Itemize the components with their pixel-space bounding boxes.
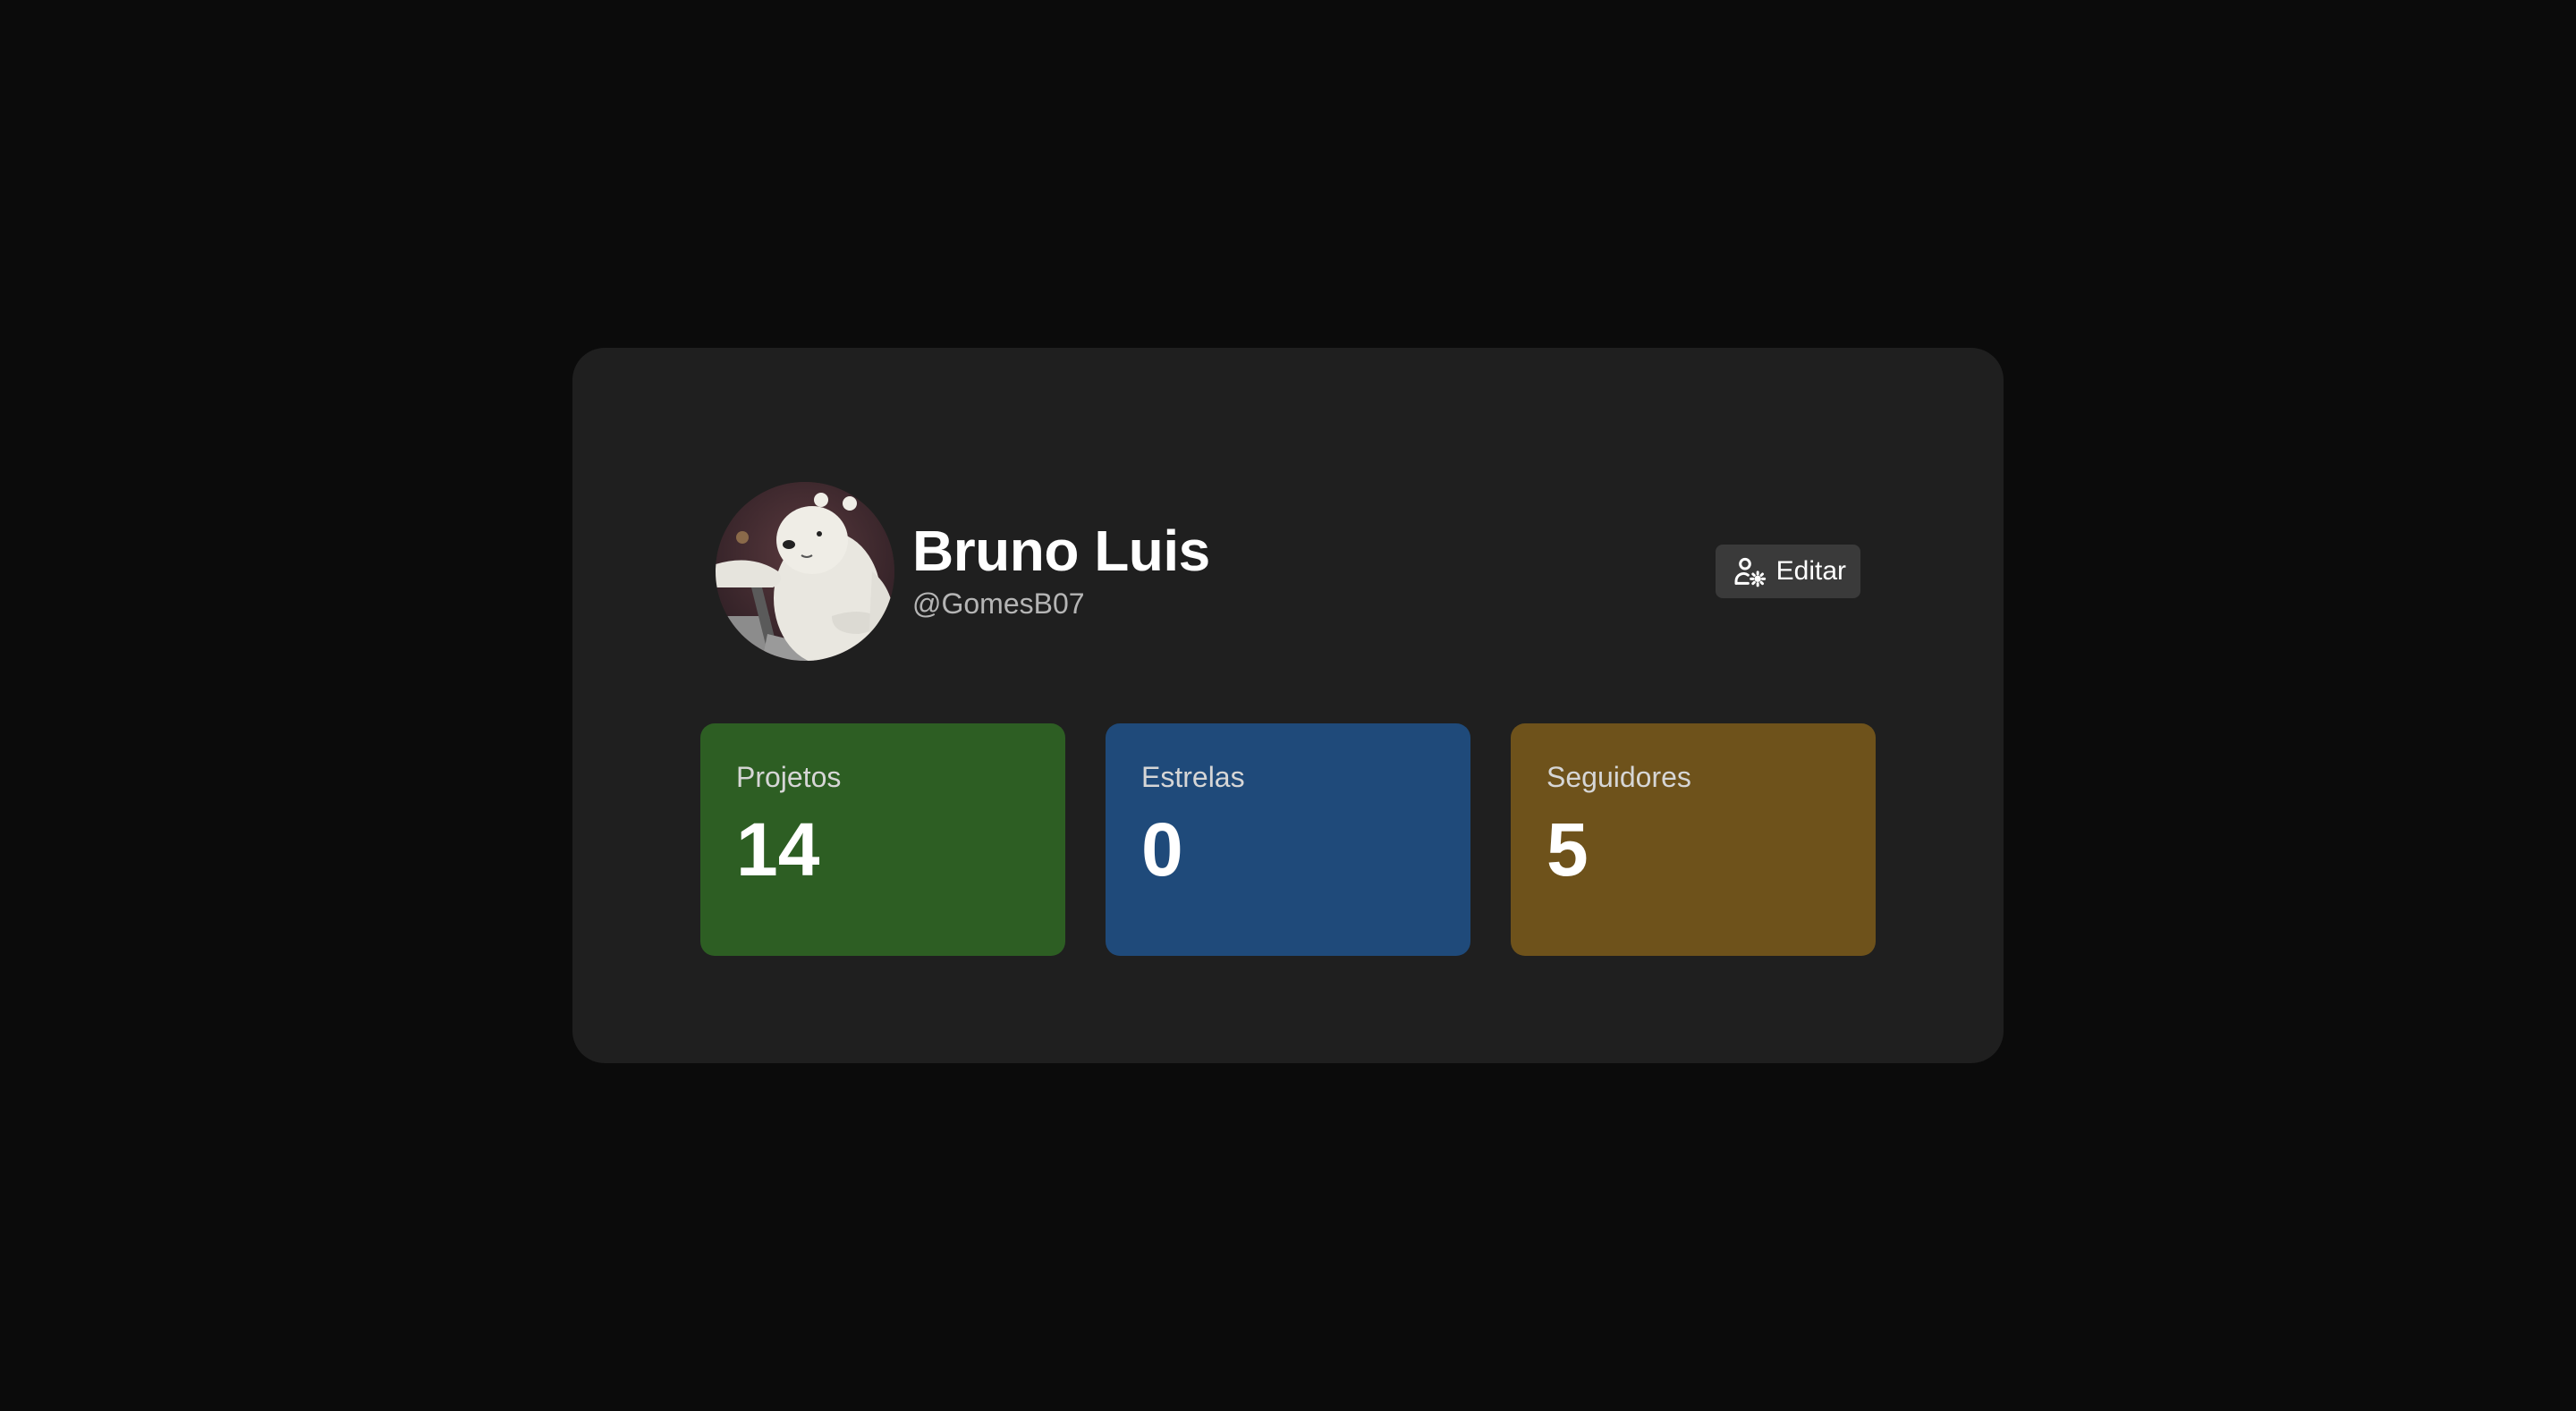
profile-header: Bruno Luis @GomesB07 Editar: [716, 482, 1860, 661]
stat-label: Seguidores: [1546, 761, 1691, 793]
profile-name: Bruno Luis: [912, 519, 1210, 583]
identity: Bruno Luis @GomesB07: [912, 520, 1210, 621]
stats-row: Projetos 14 Estrelas 0 Seguidores 5: [700, 723, 1876, 956]
edit-button-label: Editar: [1775, 556, 1846, 586]
stat-card-estrelas[interactable]: Estrelas 0: [1106, 723, 1470, 956]
stat-label: Estrelas: [1141, 761, 1245, 793]
stat-value: 5: [1546, 807, 1589, 891]
polar-bear-avatar-icon: [716, 482, 894, 661]
user-gear-icon: [1732, 553, 1767, 589]
stat-card-seguidores[interactable]: Seguidores 5: [1511, 723, 1876, 956]
profile-card: Bruno Luis @GomesB07 Editar Projetos 14 …: [572, 348, 2004, 1063]
profile-handle: @GomesB07: [912, 587, 1085, 620]
avatar: [716, 482, 894, 661]
stat-label: Projetos: [736, 761, 842, 793]
edit-button[interactable]: Editar: [1715, 545, 1860, 598]
stat-card-projetos[interactable]: Projetos 14: [700, 723, 1065, 956]
stat-value: 14: [736, 807, 820, 891]
stat-value: 0: [1141, 807, 1183, 891]
